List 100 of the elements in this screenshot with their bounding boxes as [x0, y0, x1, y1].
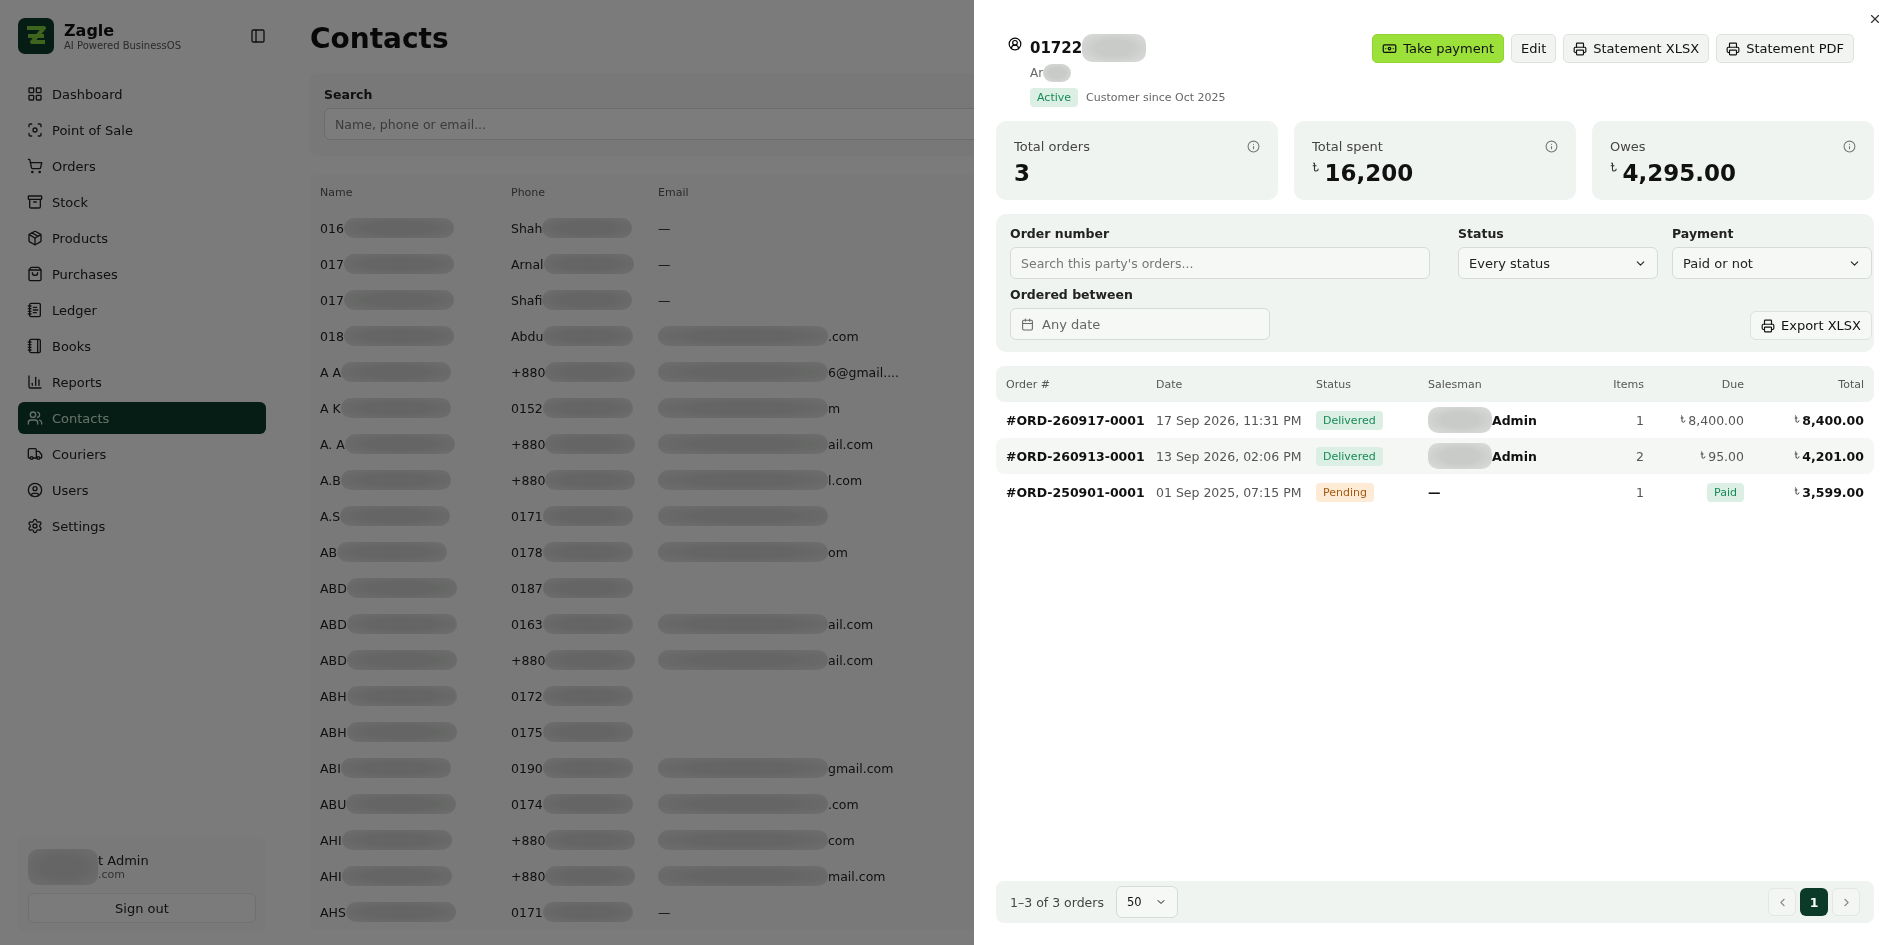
table-cell: +880 — [511, 436, 546, 452]
nav-item[interactable]: Point of Sale — [18, 114, 266, 146]
table-cell: ABD — [320, 652, 347, 668]
column-header: Status — [1316, 377, 1353, 391]
table-cell: AHS — [320, 904, 346, 920]
nav-icon — [27, 86, 43, 102]
close-button[interactable] — [1868, 12, 1882, 26]
nav-item[interactable]: Stock — [18, 186, 266, 218]
payment-select[interactable]: Paid or not — [1672, 247, 1872, 279]
table-cell: AB — [320, 544, 338, 560]
sidebar-toggle-button[interactable] — [250, 28, 266, 44]
nav-icon — [27, 158, 43, 174]
info-icon[interactable] — [1545, 140, 1558, 153]
nav-icon — [27, 446, 43, 462]
column-header: Total — [1837, 377, 1864, 391]
table-cell: Shah — [511, 220, 543, 236]
nav-item[interactable]: Products — [18, 222, 266, 254]
stat-label: Owes — [1610, 139, 1646, 154]
status-select[interactable]: Every status — [1458, 247, 1658, 279]
table-cell: 016 — [320, 220, 344, 236]
nav-item[interactable]: Users — [18, 474, 266, 506]
table-cell: 017 — [320, 292, 344, 308]
app-name: Zagle — [64, 21, 116, 40]
column-header: Name — [320, 185, 354, 199]
table-cell: 1 — [1636, 412, 1644, 428]
taka-sign-icon — [1794, 414, 1801, 423]
table-cell: 6@gmail.... — [828, 364, 900, 380]
contact-phone: 01722 — [1030, 39, 1083, 57]
date-range-field[interactable]: Any date — [1010, 308, 1270, 340]
table-cell: — — [658, 292, 671, 308]
table-cell: 17 Sep 2026, 11:31 PM — [1156, 412, 1302, 428]
stat-value: 3 — [1014, 160, 1030, 186]
nav-item[interactable]: Reports — [18, 366, 266, 398]
table-cell: Arnal — [511, 256, 544, 272]
table-cell: gmail.com — [828, 760, 894, 776]
nav-item[interactable]: Dashboard — [18, 78, 266, 110]
table-cell: 018 — [320, 328, 344, 344]
table-cell: 0190 — [511, 760, 543, 776]
table-cell: .com — [828, 796, 859, 812]
table-cell: ABH — [320, 688, 347, 704]
info-icon[interactable] — [1247, 140, 1260, 153]
field-label: Payment — [1672, 226, 1734, 241]
action-button[interactable]: Statement XLSX — [1563, 34, 1710, 63]
export-button[interactable]: Export XLSX — [1750, 311, 1872, 340]
nav-item[interactable]: Purchases — [18, 258, 266, 290]
table-cell: 01 Sep 2025, 07:15 PM — [1156, 484, 1302, 500]
table-cell: A.B — [320, 472, 341, 488]
table-cell: ail.com — [828, 652, 874, 668]
table-cell: ABH — [320, 724, 347, 740]
nav-item[interactable]: Orders — [18, 150, 266, 182]
nav-item[interactable]: Ledger — [18, 294, 266, 326]
app-tagline: AI Powered BusinessOS — [64, 40, 182, 51]
calendar-icon — [1021, 317, 1034, 331]
nav-item[interactable]: Contacts — [18, 402, 266, 434]
info-icon[interactable] — [1843, 140, 1856, 153]
taka-sign-icon — [1700, 450, 1707, 459]
table-cell: om — [828, 544, 848, 560]
stat-label: Total orders — [1014, 139, 1090, 154]
user-email: .com — [98, 868, 126, 881]
nav-item[interactable]: Settings — [18, 510, 266, 542]
printer-icon — [1573, 41, 1588, 56]
printer-icon — [1726, 41, 1741, 56]
nav-item[interactable]: Books — [18, 330, 266, 362]
table-cell: +880 — [511, 868, 546, 884]
stat-value: 16,200 — [1324, 160, 1414, 186]
table-cell: 0172 — [511, 688, 543, 704]
nav-icon — [27, 338, 43, 354]
table-cell: AHI — [320, 832, 342, 848]
action-button[interactable]: Statement PDF — [1716, 34, 1854, 63]
nav-icon — [27, 194, 43, 210]
table-cell: 0152 — [511, 400, 543, 416]
stat-value: 4,295.00 — [1622, 160, 1736, 186]
order-search-field[interactable]: Search this party's orders... — [1010, 247, 1430, 279]
action-button[interactable]: Take payment — [1372, 34, 1505, 63]
taka-sign-icon — [1312, 162, 1320, 172]
status-badge: Paid — [1707, 482, 1744, 502]
page-size-select[interactable]: 50 — [1115, 886, 1178, 918]
customer-since: Customer since Oct 2025 — [1086, 91, 1226, 104]
action-button[interactable]: Edit — [1511, 34, 1557, 63]
page-title: Contacts — [310, 22, 449, 55]
table-cell: 13 Sep 2026, 02:06 PM — [1156, 448, 1302, 464]
table-cell: 0171 — [511, 508, 543, 524]
table-cell: 3,599.00 — [1802, 484, 1864, 500]
redaction-blur — [1043, 64, 1072, 82]
sign-out-button[interactable]: Sign out — [28, 893, 256, 923]
table-cell: +880 — [511, 364, 546, 380]
pagination-summary: 1–3 of 3 orders — [1010, 894, 1104, 910]
column-header: Phone — [511, 185, 547, 199]
table-cell: m — [828, 400, 841, 416]
nav-item[interactable]: Couriers — [18, 438, 266, 470]
table-cell: 4,201.00 — [1802, 448, 1864, 464]
table-cell: mail.com — [828, 868, 886, 884]
table-cell: ABD — [320, 616, 347, 632]
table-cell: l.com — [828, 472, 863, 488]
table-cell: A A — [320, 364, 342, 380]
page-button[interactable]: 1 — [1800, 888, 1828, 916]
taka-sign-icon — [1794, 450, 1801, 459]
table-cell: 0163 — [511, 616, 543, 632]
order-number: #ORD-260913-0001 — [1006, 448, 1145, 464]
nav-icon — [27, 410, 43, 426]
